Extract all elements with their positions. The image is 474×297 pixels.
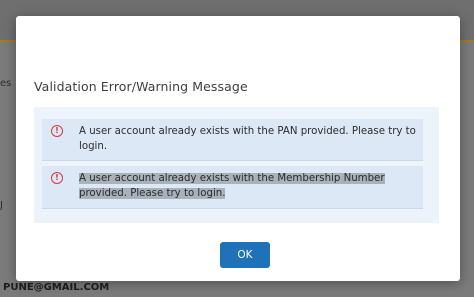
error-message-text-selected[interactable]: A user account already exists with the M…: [79, 171, 419, 201]
messages-panel: ! A user account already exists with the…: [34, 107, 439, 223]
dialog-title: Validation Error/Warning Message: [34, 79, 248, 94]
error-circle-icon: !: [51, 172, 63, 184]
ok-button[interactable]: OK: [220, 242, 270, 268]
error-message-item: ! A user account already exists with the…: [42, 166, 423, 209]
selected-text: A user account already exists with the M…: [79, 173, 385, 199]
error-message-text: A user account already exists with the P…: [79, 126, 416, 152]
error-circle-icon: !: [51, 125, 63, 137]
background-text-fragment: J: [0, 200, 3, 211]
background-email-text: PUNE@GMAIL.COM: [3, 282, 110, 293]
validation-dialog: Validation Error/Warning Message ! A use…: [16, 16, 460, 281]
error-message-item: ! A user account already exists with the…: [42, 119, 423, 161]
background-text-fragment: es: [0, 78, 12, 89]
